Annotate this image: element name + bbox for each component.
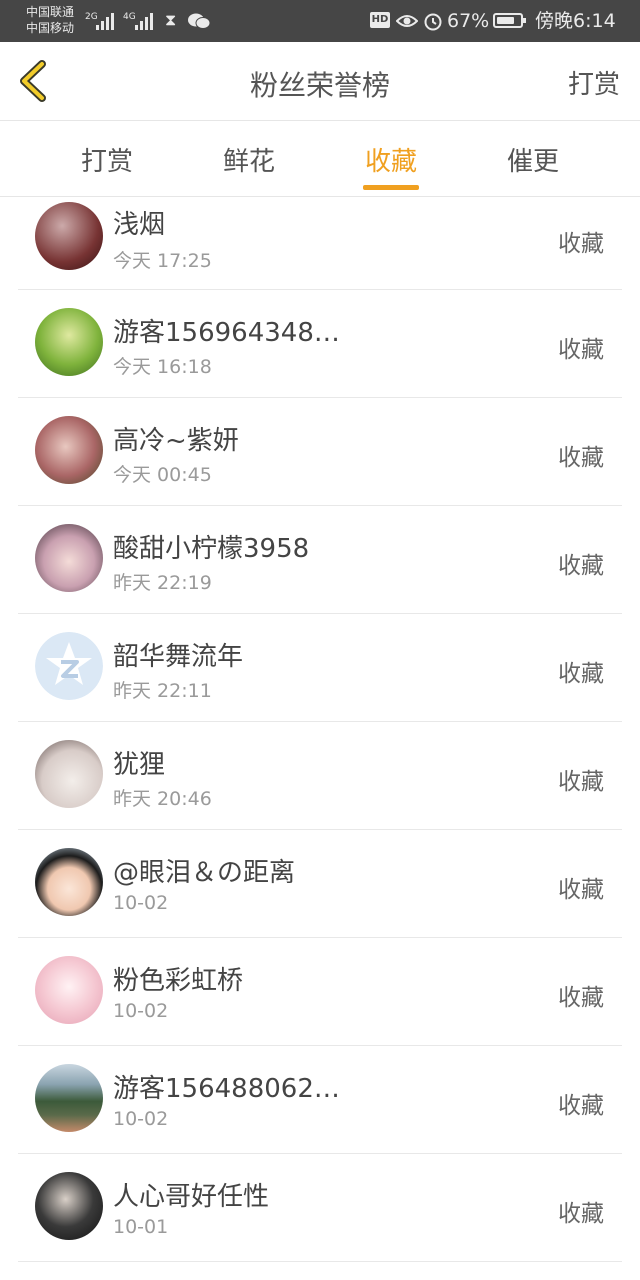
battery-icon (493, 13, 526, 28)
avatar (35, 202, 103, 270)
user-name: 酸甜小柠檬3958 (113, 534, 310, 564)
tab-urge-update[interactable]: 催更 (473, 141, 593, 178)
user-name: 粉色彩虹桥 (113, 966, 244, 996)
timestamp: 今天 17:25 (113, 250, 212, 272)
user-name: 游客1569643481… (113, 318, 353, 348)
list-item[interactable]: 酸甜小柠檬3958 昨天 22:19 收藏 (18, 506, 622, 614)
timestamp: 昨天 22:11 (113, 680, 212, 702)
user-name: 高冷~紫妍 (113, 426, 239, 456)
row-action: 收藏 (558, 445, 604, 471)
eye-icon (396, 15, 418, 27)
timestamp: 10-02 (113, 1000, 169, 1022)
list-item[interactable]: 犹狸 昨天 20:46 收藏 (18, 722, 622, 830)
avatar (35, 848, 103, 916)
row-action: 收藏 (558, 985, 604, 1011)
tab-bar: 打赏 鲜花 收藏 催更 (0, 121, 640, 197)
row-action: 收藏 (558, 1093, 604, 1119)
row-action: 收藏 (558, 1201, 604, 1227)
signal-bars-1-icon (96, 12, 114, 30)
battery-percent: 67% (447, 10, 490, 32)
row-action: 收藏 (558, 769, 604, 795)
tab-label: 催更 (506, 147, 559, 177)
active-tab-indicator (363, 185, 419, 190)
list-item[interactable]: 游客1569643481… 今天 16:18 收藏 (18, 290, 622, 398)
user-name: 犹狸 (113, 750, 166, 780)
avatar (35, 524, 103, 592)
tip-button[interactable]: 打赏 (568, 64, 620, 101)
user-name: 人心哥好任性 (113, 1182, 270, 1212)
timestamp: 10-02 (113, 892, 169, 914)
user-name: @眼泪＆の距离 (113, 858, 296, 888)
row-action: 收藏 (558, 661, 604, 687)
user-name: 浅烟 (113, 210, 166, 240)
list-item[interactable]: 韶华舞流年 昨天 22:11 收藏 (18, 614, 622, 722)
list-item[interactable]: 粉色彩虹桥 10-02 收藏 (18, 938, 622, 1046)
tab-tip[interactable]: 打赏 (47, 141, 167, 178)
list-item[interactable]: 游客1564880621… 10-02 收藏 (18, 1046, 622, 1154)
timestamp: 今天 00:45 (113, 464, 212, 486)
timestamp: 10-01 (113, 1216, 169, 1238)
list-item[interactable]: @眼泪＆の距离 10-02 收藏 (18, 830, 622, 938)
hourglass-icon: ⧗ (165, 10, 177, 29)
avatar (35, 308, 103, 376)
list-item[interactable]: 浅烟 今天 17:25 收藏 (18, 196, 622, 290)
tab-favorites[interactable]: 收藏 (331, 141, 451, 190)
status-bar: 中国联通 中国移动 2G 4G ⧗ HD 67% 傍晚6:14 (0, 0, 640, 42)
user-name: 韶华舞流年 (113, 642, 244, 672)
header-bar: 粉丝荣誉榜 打赏 (0, 42, 640, 121)
list-item[interactable]: 高冷~紫妍 今天 00:45 收藏 (18, 398, 622, 506)
user-name: 游客1564880621… (113, 1074, 353, 1104)
timestamp: 昨天 22:19 (113, 572, 212, 594)
page-title: 粉丝荣誉榜 (249, 69, 390, 102)
clock: 傍晚6:14 (535, 10, 616, 32)
avatar (35, 416, 103, 484)
timestamp: 今天 16:18 (113, 356, 212, 378)
tab-label: 鲜花 (222, 147, 275, 177)
hd-badge: HD (370, 12, 390, 28)
avatar (35, 1064, 103, 1132)
default-avatar-icon (35, 632, 103, 700)
carrier-1: 中国联通 (26, 5, 75, 19)
timestamp: 10-02 (113, 1108, 169, 1130)
tab-flowers[interactable]: 鲜花 (189, 141, 309, 178)
avatar (35, 740, 103, 808)
tab-label: 打赏 (80, 147, 133, 177)
tab-label: 收藏 (364, 147, 417, 177)
network-type-2: 4G (123, 12, 136, 22)
row-action: 收藏 (558, 553, 604, 579)
list-item[interactable]: 人心哥好任性 10-01 收藏 (18, 1154, 622, 1262)
row-action: 收藏 (558, 231, 604, 257)
alarm-icon (424, 13, 442, 31)
timestamp: 昨天 20:46 (113, 788, 212, 810)
signal-bars-2-icon (135, 12, 153, 30)
fan-list: 浅烟 今天 17:25 收藏 游客1569643481… 今天 16:18 收藏… (18, 196, 622, 1280)
avatar (35, 1172, 103, 1240)
wechat-icon (188, 13, 211, 29)
row-action: 收藏 (558, 877, 604, 903)
carrier-info: 中国联通 中国移动 (26, 4, 74, 36)
row-action: 收藏 (558, 337, 604, 363)
carrier-2: 中国移动 (26, 21, 75, 35)
avatar (35, 956, 103, 1024)
